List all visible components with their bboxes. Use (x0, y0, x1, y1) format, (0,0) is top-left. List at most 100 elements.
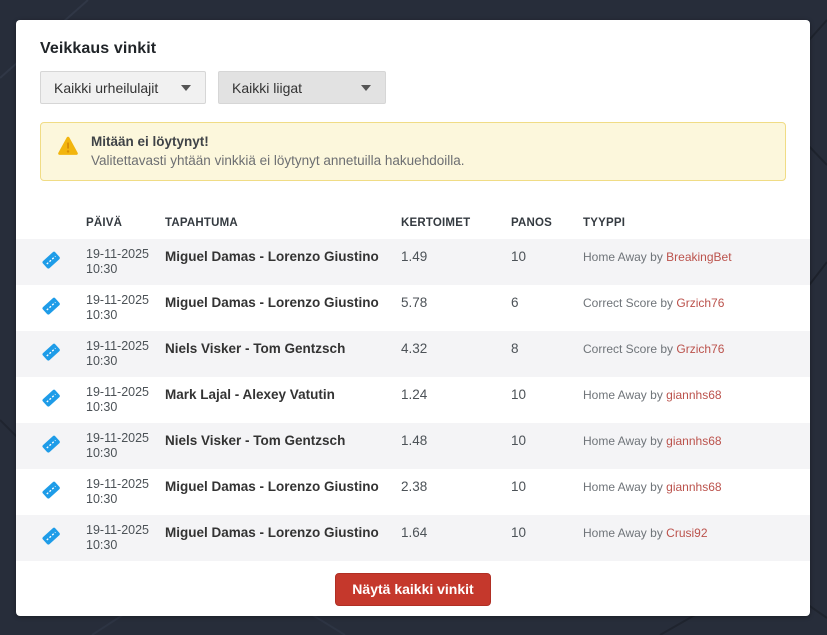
tip-date: 19-11-2025 (86, 293, 150, 307)
league-select[interactable]: Kaikki liigat (218, 71, 386, 104)
tip-type-cell: Home Away by BreakingBet (583, 239, 810, 285)
tip-odds: 1.64 (401, 525, 428, 540)
chevron-down-icon (181, 84, 191, 91)
tip-stake: 8 (511, 341, 519, 356)
tip-date: 19-11-2025 (86, 431, 150, 445)
tipster-link[interactable]: Crusi92 (666, 526, 707, 540)
alert-title: Mitään ei löytynyt! (91, 134, 209, 149)
tip-icon-cell (16, 377, 86, 423)
tip-odds-cell: 5.78 (401, 285, 511, 331)
sport-select-value: Kaikki urheilulajit (54, 79, 159, 96)
tip-type-prefix: Home Away by (583, 250, 663, 264)
tipster-link[interactable]: giannhs68 (666, 388, 721, 402)
tip-odds-cell: 1.49 (401, 239, 511, 285)
tip-row[interactable]: 19-11-2025 10:30 Miguel Damas - Lorenzo … (16, 515, 810, 561)
header-tyyppi: TYYPPI (583, 211, 810, 239)
tip-odds: 1.49 (401, 249, 428, 264)
tips-table-body: 19-11-2025 10:30 Miguel Damas - Lorenzo … (16, 239, 810, 561)
tip-event-cell: Mark Lajal - Alexey Vatutin (165, 377, 401, 423)
filter-bar: Kaikki urheilulajit Kaikki liigat (40, 71, 786, 104)
tipster-link[interactable]: giannhs68 (666, 434, 721, 448)
no-results-alert: Mitään ei löytynyt! Valitettavasti yhtää… (40, 122, 786, 181)
tips-table-header: PÄIVÄ TAPAHTUMA KERTOIMET PANOS TYYPPI (16, 211, 810, 239)
ticket-icon (41, 297, 61, 320)
show-all-tips-button[interactable]: Näytä kaikki vinkit (335, 573, 491, 606)
page-title: Veikkaus vinkit (40, 40, 157, 57)
tip-event-cell: Miguel Damas - Lorenzo Giustino (165, 239, 401, 285)
tip-event-cell: Miguel Damas - Lorenzo Giustino (165, 469, 401, 515)
tip-row[interactable]: 19-11-2025 10:30 Mark Lajal - Alexey Vat… (16, 377, 810, 423)
tip-stake-cell: 10 (511, 377, 583, 423)
tip-type-cell: Home Away by Crusi92 (583, 515, 810, 561)
tip-date: 19-11-2025 (86, 523, 150, 537)
tip-icon-cell (16, 239, 86, 285)
tip-event-cell: Niels Visker - Tom Gentzsch (165, 331, 401, 377)
tip-odds: 1.24 (401, 387, 428, 402)
tip-time: 10:30 (86, 538, 118, 552)
tip-date-cell: 19-11-2025 10:30 (86, 377, 165, 423)
tip-event: Miguel Damas - Lorenzo Giustino (165, 249, 379, 264)
tip-type-prefix: Home Away by (583, 388, 663, 402)
tip-stake: 10 (511, 249, 527, 264)
tip-row[interactable]: 19-11-2025 10:30 Miguel Damas - Lorenzo … (16, 469, 810, 515)
tip-odds-cell: 2.38 (401, 469, 511, 515)
tip-date-cell: 19-11-2025 10:30 (86, 239, 165, 285)
tip-date: 19-11-2025 (86, 339, 150, 353)
header-panos: PANOS (511, 211, 583, 239)
sport-select[interactable]: Kaikki urheilulajit (40, 71, 206, 104)
tip-event: Niels Visker - Tom Gentzsch (165, 433, 346, 448)
tip-stake-cell: 10 (511, 515, 583, 561)
tip-icon-cell (16, 515, 86, 561)
ticket-icon (41, 481, 61, 504)
tip-event-cell: Miguel Damas - Lorenzo Giustino (165, 515, 401, 561)
tip-icon-cell (16, 285, 86, 331)
tip-odds-cell: 1.24 (401, 377, 511, 423)
tip-stake-cell: 10 (511, 423, 583, 469)
tipster-link[interactable]: Grzich76 (676, 342, 724, 356)
tip-date: 19-11-2025 (86, 247, 150, 261)
tip-row[interactable]: 19-11-2025 10:30 Niels Visker - Tom Gent… (16, 423, 810, 469)
tip-date: 19-11-2025 (86, 385, 150, 399)
ticket-icon (41, 527, 61, 550)
tip-type-prefix: Correct Score by (583, 296, 674, 310)
tip-stake: 10 (511, 479, 527, 494)
tips-table: PÄIVÄ TAPAHTUMA KERTOIMET PANOS TYYPPI 1… (16, 211, 810, 561)
tip-time: 10:30 (86, 400, 118, 414)
tip-type-prefix: Home Away by (583, 526, 663, 540)
tipster-link[interactable]: giannhs68 (666, 480, 721, 494)
tip-event: Mark Lajal - Alexey Vatutin (165, 387, 335, 402)
tip-date-cell: 19-11-2025 10:30 (86, 423, 165, 469)
tip-odds-cell: 1.64 (401, 515, 511, 561)
tips-card: Veikkaus vinkit Kaikki urheilulajit Kaik… (16, 20, 810, 616)
tipster-link[interactable]: BreakingBet (666, 250, 731, 264)
ticket-icon (41, 343, 61, 366)
tip-odds: 4.32 (401, 341, 428, 356)
tip-type-cell: Home Away by giannhs68 (583, 423, 810, 469)
tip-type-cell: Correct Score by Grzich76 (583, 331, 810, 377)
tip-row[interactable]: 19-11-2025 10:30 Miguel Damas - Lorenzo … (16, 239, 810, 285)
tip-type-cell: Correct Score by Grzich76 (583, 285, 810, 331)
tip-date: 19-11-2025 (86, 477, 150, 491)
tip-time: 10:30 (86, 308, 118, 322)
tip-stake: 10 (511, 387, 527, 402)
tip-icon-cell (16, 469, 86, 515)
tip-row[interactable]: 19-11-2025 10:30 Miguel Damas - Lorenzo … (16, 285, 810, 331)
tip-stake: 10 (511, 433, 527, 448)
tip-time: 10:30 (86, 446, 118, 460)
tip-type-prefix: Correct Score by (583, 342, 674, 356)
tip-odds-cell: 4.32 (401, 331, 511, 377)
chevron-down-icon (361, 84, 371, 91)
tip-type-prefix: Home Away by (583, 480, 663, 494)
tipster-link[interactable]: Grzich76 (676, 296, 724, 310)
tip-time: 10:30 (86, 492, 118, 506)
warning-triangle-icon (57, 136, 79, 161)
tip-type-cell: Home Away by giannhs68 (583, 377, 810, 423)
header-icon-spacer (16, 211, 86, 239)
tip-row[interactable]: 19-11-2025 10:30 Niels Visker - Tom Gent… (16, 331, 810, 377)
tip-date-cell: 19-11-2025 10:30 (86, 515, 165, 561)
tip-odds: 2.38 (401, 479, 428, 494)
tip-time: 10:30 (86, 354, 118, 368)
tip-stake: 6 (511, 295, 519, 310)
tip-date-cell: 19-11-2025 10:30 (86, 469, 165, 515)
tip-date-cell: 19-11-2025 10:30 (86, 331, 165, 377)
